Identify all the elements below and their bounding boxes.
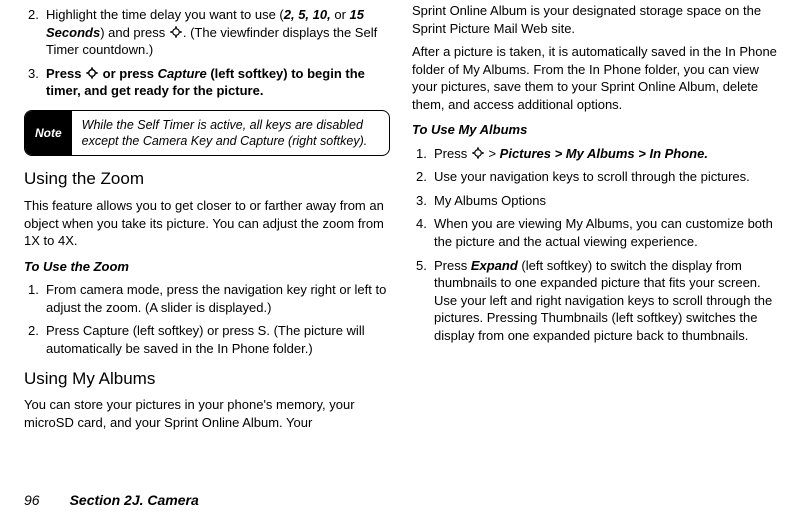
- note-box: Note While the Self Timer is active, all…: [24, 110, 390, 157]
- page-number: 96: [24, 491, 40, 510]
- text: or: [331, 7, 350, 22]
- manual-page: 2. Highlight the time delay you want to …: [0, 0, 802, 520]
- step-number: 1.: [28, 281, 46, 299]
- center-key-icon: [85, 66, 99, 80]
- note-label: Note: [25, 111, 72, 156]
- section-heading-albums: Using My Albums: [24, 368, 390, 391]
- page-footer: 96 Section 2J. Camera: [24, 491, 199, 510]
- text-emph: Expand: [471, 258, 518, 273]
- albums-step-2: 2. Use your navigation keys to scroll th…: [416, 168, 778, 186]
- step-body: Press Capture (left softkey) or press S.…: [46, 322, 390, 357]
- step-number: 2.: [416, 168, 434, 186]
- step-number: 4.: [416, 215, 434, 233]
- step-body: Press or press Capture (left softkey) to…: [46, 65, 390, 100]
- note-body: While the Self Timer is active, all keys…: [72, 111, 389, 156]
- step-number: 2.: [28, 6, 46, 24]
- paragraph: You can store your pictures in your phon…: [24, 396, 390, 431]
- step-body: Highlight the time delay you want to use…: [46, 6, 390, 59]
- text-emph: 2, 5, 10,: [284, 7, 331, 22]
- step-body: From camera mode, press the navigation k…: [46, 281, 390, 316]
- albums-step-5: 5. Press Expand (left softkey) to switch…: [416, 257, 778, 345]
- section-label: Section 2J. Camera: [70, 491, 199, 510]
- step-number: 3.: [416, 192, 434, 210]
- center-key-icon: [169, 25, 183, 39]
- two-column-layout: 2. Highlight the time delay you want to …: [24, 2, 778, 462]
- albums-step-4: 4. When you are viewing My Albums, you c…: [416, 215, 778, 250]
- step-body: My Albums Options: [434, 192, 778, 210]
- text: or press: [99, 66, 158, 81]
- text: Press: [434, 146, 471, 161]
- step-body: When you are viewing My Albums, you can …: [434, 215, 778, 250]
- paragraph: After a picture is taken, it is automati…: [412, 43, 778, 113]
- step-number: 5.: [416, 257, 434, 275]
- step-body: Press > Pictures > My Albums > In Phone.: [434, 145, 778, 163]
- paragraph: Sprint Online Album is your designated s…: [412, 2, 778, 37]
- step-number: 2.: [28, 322, 46, 340]
- step-item-2: 2. Highlight the time delay you want to …: [28, 6, 390, 59]
- step-body: Use your navigation keys to scroll throu…: [434, 168, 778, 186]
- zoom-step-2: 2. Press Capture (left softkey) or press…: [28, 322, 390, 357]
- zoom-step-1: 1. From camera mode, press the navigatio…: [28, 281, 390, 316]
- text: Press: [46, 66, 85, 81]
- text: >: [485, 146, 500, 161]
- paragraph: This feature allows you to get closer to…: [24, 197, 390, 250]
- center-key-icon: [471, 146, 485, 160]
- section-heading-zoom: Using the Zoom: [24, 168, 390, 191]
- sub-heading: To Use the Zoom: [24, 258, 390, 276]
- sub-heading: To Use My Albums: [412, 121, 778, 139]
- step-number: 1.: [416, 145, 434, 163]
- text-emph: Capture: [158, 66, 207, 81]
- step-item-3: 3. Press or press Capture (left softkey)…: [28, 65, 390, 100]
- albums-step-3: 3. My Albums Options: [416, 192, 778, 210]
- text-emph: Pictures > My Albums > In Phone.: [500, 146, 708, 161]
- step-number: 3.: [28, 65, 46, 83]
- text: Highlight the time delay you want to use…: [46, 7, 284, 22]
- step-body: Press Expand (left softkey) to switch th…: [434, 257, 778, 345]
- albums-step-1: 1. Press > Pictures > My Albums > In Pho…: [416, 145, 778, 163]
- text: Press: [434, 258, 471, 273]
- text: ) and press: [100, 25, 169, 40]
